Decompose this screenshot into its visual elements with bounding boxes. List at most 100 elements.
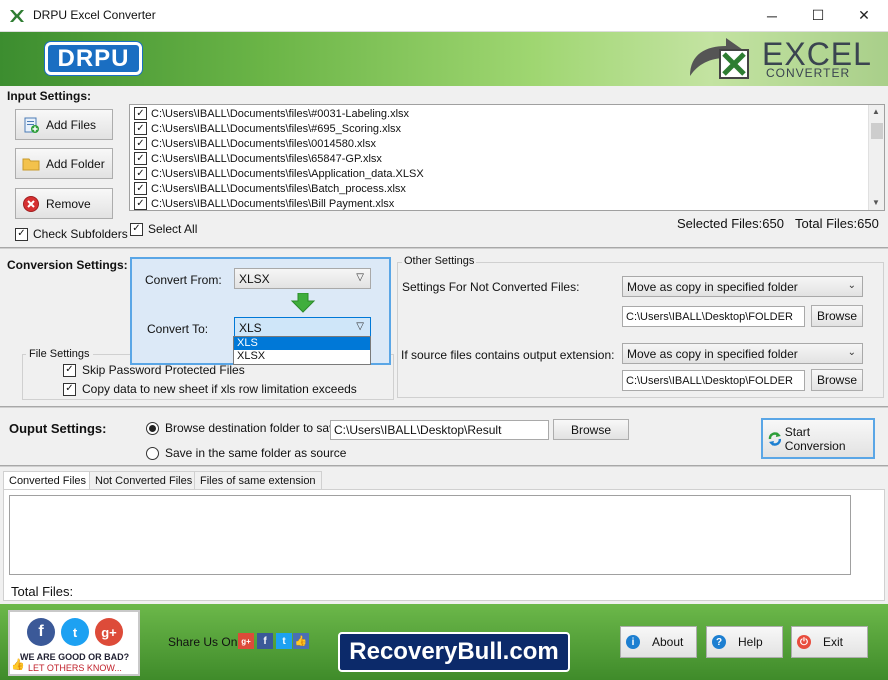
file-path: C:\Users\IBALL\Documents\files\#695_Scor… xyxy=(151,122,402,135)
recoverybull-link[interactable]: RecoveryBull.com xyxy=(338,632,570,672)
browse-destination-radio[interactable]: Browse destination folder to save xyxy=(146,421,342,435)
refresh-icon xyxy=(768,431,782,446)
start-conversion-button[interactable]: Start Conversion xyxy=(761,418,875,459)
file-checkbox[interactable]: ✓ xyxy=(134,122,147,135)
remove-label: Remove xyxy=(46,196,91,211)
not-converted-path-input[interactable]: C:\Users\IBALL\Desktop\FOLDER xyxy=(622,306,805,327)
thumbs-up-icon: 👍 xyxy=(11,659,25,671)
convert-to-select[interactable]: XLS ▽ xyxy=(234,317,371,338)
conversion-settings-label: Conversion Settings: xyxy=(7,258,128,272)
source-ext-browse-button[interactable]: Browse xyxy=(811,369,863,391)
file-row[interactable]: ✓ C:\Users\IBALL\Documents\files\65847-GP… xyxy=(134,151,382,166)
share-like-icon[interactable]: 👍 xyxy=(293,633,309,649)
same-folder-label: Save in the same folder as source xyxy=(165,446,347,460)
share-twitter-icon[interactable]: t xyxy=(276,633,292,649)
help-button[interactable]: ? Help xyxy=(706,626,783,658)
file-list-scrollbar[interactable]: ▲ ▼ xyxy=(868,105,884,210)
source-ext-value: Move as copy in specified folder xyxy=(627,346,798,361)
dropdown-option-xlsx[interactable]: XLSX xyxy=(234,350,370,363)
select-all-checkbox[interactable]: ✓ Select All xyxy=(130,222,197,236)
info-icon: i xyxy=(626,635,640,649)
share-label: Share Us On: xyxy=(168,635,241,649)
close-button[interactable]: ✕ xyxy=(841,0,887,31)
file-path: C:\Users\IBALL\Documents\files\Applicati… xyxy=(151,167,424,180)
maximize-button[interactable]: ☐ xyxy=(795,0,841,31)
add-folder-button[interactable]: Add Folder xyxy=(15,148,113,179)
minimize-button[interactable]: ─ xyxy=(749,0,795,31)
skip-password-box[interactable]: ✓ xyxy=(63,363,76,377)
dropdown-option-xls[interactable]: XLS xyxy=(234,337,370,350)
tab-not-converted-files[interactable]: Not Converted Files xyxy=(89,471,199,489)
check-subfolders-label: Check Subfolders xyxy=(33,227,128,241)
share-google-plus-icon[interactable]: g+ xyxy=(238,633,254,649)
add-files-icon xyxy=(24,117,39,133)
share-facebook-icon[interactable]: f xyxy=(257,633,273,649)
help-label: Help xyxy=(738,635,763,649)
check-subfolders-checkbox[interactable]: ✓ Check Subfolders xyxy=(15,227,128,241)
remove-button[interactable]: Remove xyxy=(15,188,113,219)
convert-to-dropdown-list[interactable]: XLS XLSX xyxy=(233,336,371,365)
file-row[interactable]: ✓ C:\Users\IBALL\Documents\files\#695_Sco… xyxy=(134,121,401,136)
source-ext-select[interactable]: Move as copy in specified folder ⌄ xyxy=(622,343,863,364)
radio-circle[interactable] xyxy=(146,446,159,460)
scroll-down-icon[interactable]: ▼ xyxy=(872,198,880,207)
convert-from-label: Convert From: xyxy=(145,273,222,287)
input-file-list[interactable]: ✓ C:\Users\IBALL\Documents\files\#0031-La… xyxy=(129,104,885,211)
source-ext-path-input[interactable]: C:\Users\IBALL\Desktop\FOLDER xyxy=(622,370,805,391)
file-path: C:\Users\IBALL\Documents\files\Bill Paym… xyxy=(151,197,395,210)
copy-data-box[interactable]: ✓ xyxy=(63,382,76,396)
converted-files-list[interactable] xyxy=(9,495,851,575)
convert-from-select[interactable]: XLSX ▽ xyxy=(234,268,371,289)
file-checkbox[interactable]: ✓ xyxy=(134,182,147,195)
file-checkbox[interactable]: ✓ xyxy=(134,152,147,165)
excel-converter-logo: EXCEL CONVERTER xyxy=(686,36,876,84)
facebook-icon[interactable]: f xyxy=(27,618,55,646)
twitter-icon[interactable]: t xyxy=(61,618,89,646)
same-folder-radio[interactable]: Save in the same folder as source xyxy=(146,446,346,460)
destination-path-input[interactable]: C:\Users\IBALL\Desktop\Result xyxy=(330,420,549,440)
file-row[interactable]: ✓ C:\Users\IBALL\Documents\files\Batch_pr… xyxy=(134,181,406,196)
exit-button[interactable]: ⏻ Exit xyxy=(791,626,868,658)
not-converted-browse-button[interactable]: Browse xyxy=(811,305,863,327)
destination-browse-button[interactable]: Browse xyxy=(553,419,629,440)
chevron-down-icon: ⌄ xyxy=(847,280,856,291)
file-path: C:\Users\IBALL\Documents\files\Batch_pro… xyxy=(151,182,406,195)
input-settings-label: Input Settings: xyxy=(7,89,91,103)
rating-line1: WE ARE GOOD OR BAD? xyxy=(20,652,130,662)
chevron-down-icon: ▽ xyxy=(356,272,364,283)
converter-logo-text: CONVERTER xyxy=(766,66,851,80)
file-row[interactable]: ✓ C:\Users\IBALL\Documents\files\Bill Pay… xyxy=(134,196,394,211)
tab-converted-files[interactable]: Converted Files xyxy=(3,471,93,490)
tab-panel: Total Files: xyxy=(3,489,885,601)
file-checkbox[interactable]: ✓ xyxy=(134,167,147,180)
google-plus-icon[interactable]: g+ xyxy=(95,618,123,646)
not-converted-value: Move as copy in specified folder xyxy=(627,279,798,294)
add-files-button[interactable]: Add Files xyxy=(15,109,113,140)
file-path: C:\Users\IBALL\Documents\files\65847-GP.… xyxy=(151,152,382,165)
rate-us-badge[interactable]: f t g+ WE ARE GOOD OR BAD? LET OTHERS KN… xyxy=(8,610,140,676)
skip-password-checkbox[interactable]: ✓ Skip Password Protected Files xyxy=(63,363,245,377)
selected-files-count: Selected Files:650 xyxy=(677,216,784,231)
copy-data-checkbox[interactable]: ✓ Copy data to new sheet if xls row limi… xyxy=(63,382,357,396)
add-files-label: Add Files xyxy=(46,117,97,132)
check-subfolders-box[interactable]: ✓ xyxy=(15,227,28,241)
file-row[interactable]: ✓ C:\Users\IBALL\Documents\files\#0031-La… xyxy=(134,106,409,121)
folder-icon xyxy=(22,158,40,170)
start-conversion-label: Start Conversion xyxy=(784,424,846,453)
file-checkbox[interactable]: ✓ xyxy=(134,197,147,210)
about-button[interactable]: i About xyxy=(620,626,697,658)
tab-files-same-extension[interactable]: Files of same extension xyxy=(194,471,322,489)
radio-circle[interactable] xyxy=(146,421,159,435)
not-converted-select[interactable]: Move as copy in specified folder ⌄ xyxy=(622,276,863,297)
file-row[interactable]: ✓ C:\Users\IBALL\Documents\files\0014580.… xyxy=(134,136,376,151)
file-checkbox[interactable]: ✓ xyxy=(134,107,147,120)
select-all-box[interactable]: ✓ xyxy=(130,222,143,236)
file-settings-label: File Settings xyxy=(26,348,93,360)
scroll-up-icon[interactable]: ▲ xyxy=(872,107,880,116)
file-checkbox[interactable]: ✓ xyxy=(134,137,147,150)
window-title: DRPU Excel Converter xyxy=(33,8,156,22)
browse-destination-label: Browse destination folder to save xyxy=(165,421,342,435)
file-row[interactable]: ✓ C:\Users\IBALL\Documents\files\Applicat… xyxy=(134,166,424,181)
scrollbar-thumb[interactable] xyxy=(871,123,883,139)
file-path: C:\Users\IBALL\Documents\files\0014580.x… xyxy=(151,137,376,150)
